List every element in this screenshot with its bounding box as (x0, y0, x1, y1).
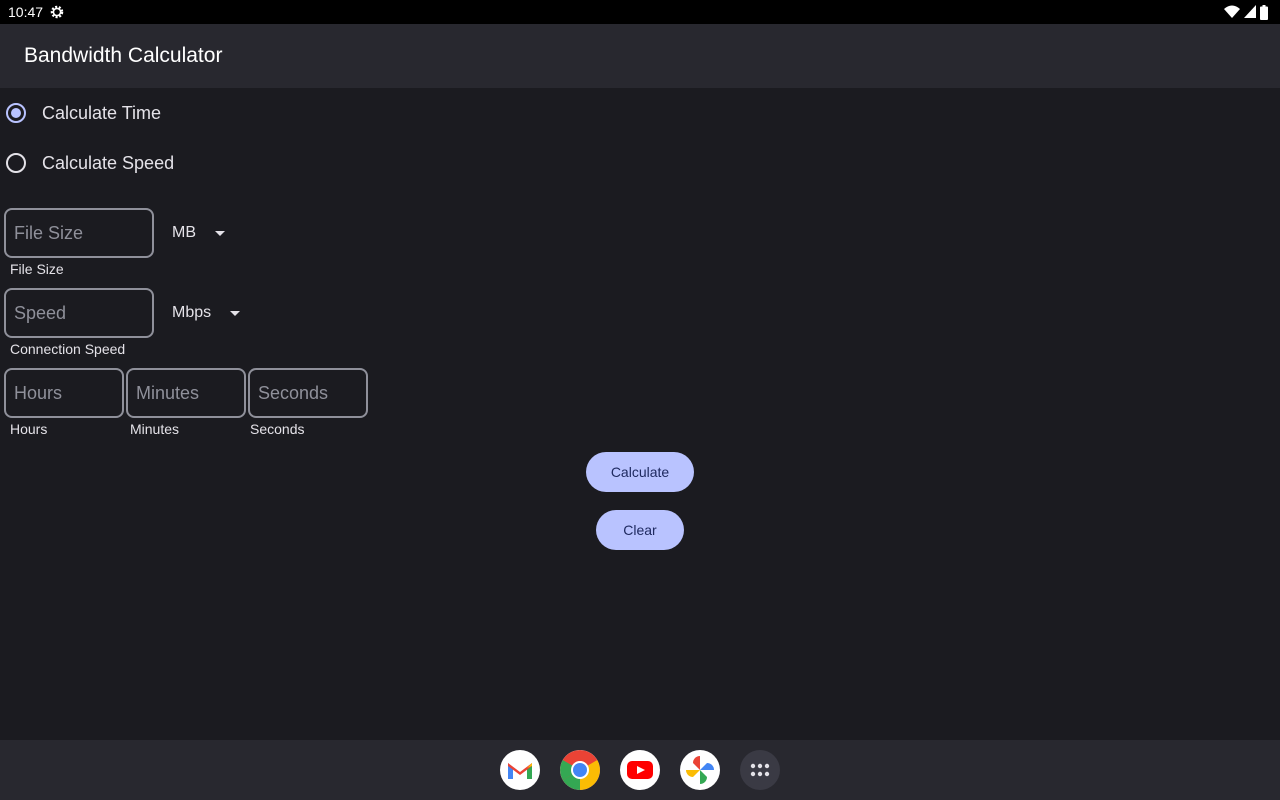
seconds-input[interactable] (250, 370, 366, 416)
gmail-glyph-icon (508, 763, 532, 779)
cell-signal-icon (1244, 5, 1256, 18)
minutes-field[interactable] (126, 368, 246, 418)
minutes-input[interactable] (128, 370, 244, 416)
photos-icon[interactable] (680, 750, 720, 790)
taskbar-dock (0, 740, 1280, 800)
battery-icon (1260, 4, 1268, 20)
speed-unit-dropdown[interactable]: Mbps (172, 298, 252, 328)
clear-button[interactable]: Clear (596, 510, 684, 550)
status-time: 10:47 (8, 4, 44, 20)
settings-gear-icon (50, 5, 64, 19)
file-size-input[interactable] (6, 210, 152, 256)
chrome-glyph-icon (560, 750, 600, 790)
gmail-icon[interactable] (500, 750, 540, 790)
app-bar: Bandwidth Calculator (0, 24, 1280, 88)
speed-field[interactable] (4, 288, 154, 338)
app-drawer-icon[interactable] (740, 750, 780, 790)
hours-field[interactable] (4, 368, 124, 418)
seconds-field[interactable] (248, 368, 368, 418)
app-title: Bandwidth Calculator (24, 44, 223, 67)
seconds-helper: Seconds (250, 421, 305, 437)
status-icons (1224, 4, 1268, 20)
radio-label-calculate-time: Calculate Time (42, 102, 162, 123)
file-size-unit-value: MB (172, 224, 196, 241)
dots-grid-icon (750, 763, 770, 777)
radio-button-unchecked[interactable] (6, 153, 26, 173)
youtube-icon[interactable] (620, 750, 660, 790)
chrome-icon[interactable] (560, 750, 600, 790)
speed-input[interactable] (6, 290, 152, 336)
speed-unit-value: Mbps (172, 304, 212, 321)
radio-label-calculate-speed: Calculate Speed (42, 152, 175, 173)
file-size-field[interactable] (4, 208, 154, 258)
radio-calculate-time[interactable]: Calculate Time (0, 93, 200, 133)
file-size-helper: File Size (10, 261, 64, 277)
speed-helper: Connection Speed (10, 341, 126, 357)
radio-button-checked[interactable] (6, 103, 26, 123)
hours-helper: Hours (10, 421, 48, 437)
calculate-button[interactable]: Calculate (586, 452, 694, 492)
dropdown-arrow-icon (215, 230, 225, 236)
minutes-helper: Minutes (130, 421, 180, 437)
file-size-unit-dropdown[interactable]: MB (172, 218, 242, 248)
radio-dot (11, 108, 21, 118)
youtube-glyph-icon (627, 761, 653, 779)
photos-glyph-icon (686, 756, 714, 784)
wifi-icon (1224, 5, 1240, 18)
status-bar: 10:47 (0, 0, 1280, 24)
hours-input[interactable] (6, 370, 122, 416)
dropdown-arrow-icon (230, 310, 241, 316)
radio-calculate-speed[interactable]: Calculate Speed (0, 143, 200, 183)
